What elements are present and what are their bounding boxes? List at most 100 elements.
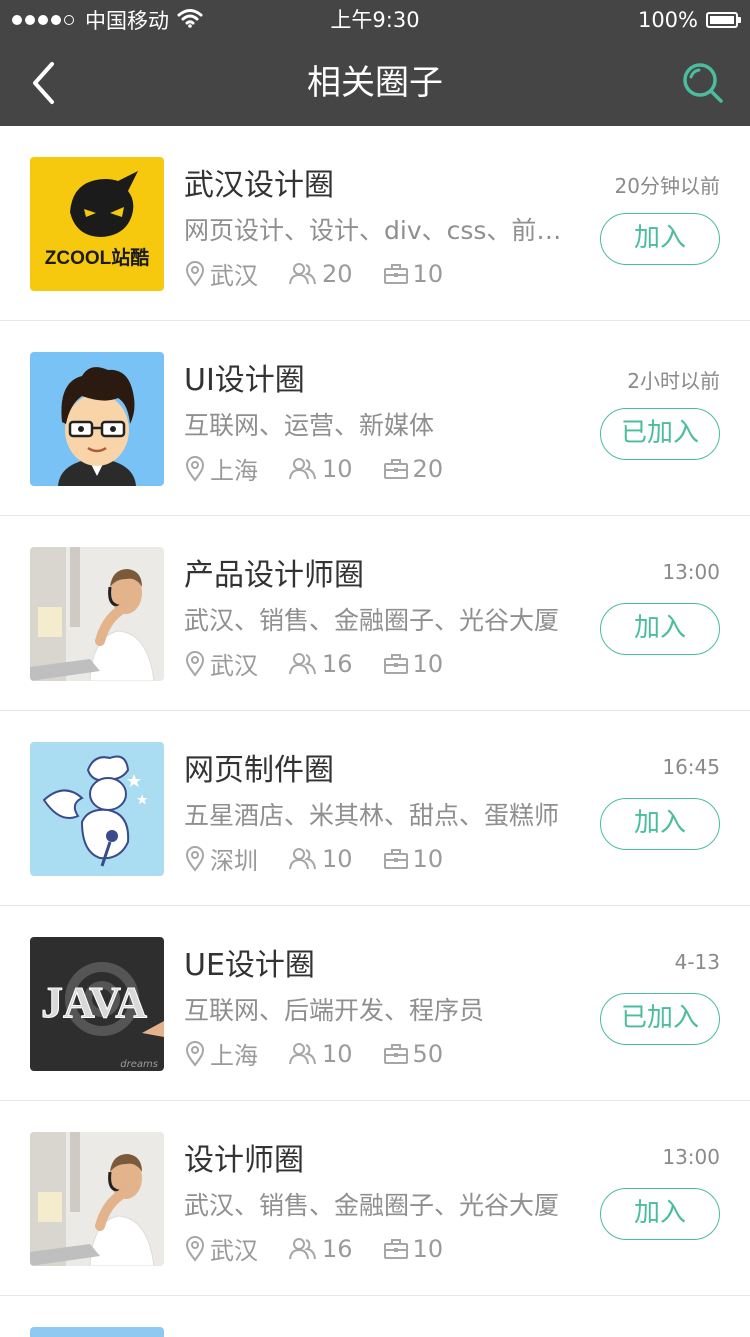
location-group: 武汉 xyxy=(184,646,258,681)
members-icon xyxy=(289,847,316,869)
svg-text:JAVA: JAVA xyxy=(41,978,147,1027)
circle-title: UI设计圈 xyxy=(184,363,305,398)
list-item[interactable]: JAVA dreams UE设计圈 4-13 互联网、后端开发、程序员 上海 1… xyxy=(0,906,750,1101)
location-pin-icon xyxy=(185,1040,205,1067)
status-right: 100% xyxy=(637,0,741,40)
members-count: 16 xyxy=(322,649,353,678)
members-icon xyxy=(289,262,316,284)
location-pin-icon xyxy=(185,1235,205,1262)
svg-text:ZCOOL站酷: ZCOOL站酷 xyxy=(45,246,150,269)
briefcase-icon xyxy=(383,458,408,479)
members-count: 10 xyxy=(322,454,353,483)
joined-button[interactable]: 已加入 xyxy=(600,993,720,1045)
members-count: 16 xyxy=(322,1234,353,1263)
posts-count: 50 xyxy=(412,1039,444,1068)
circle-tags: 互联网、运营、新媒体 xyxy=(184,411,435,440)
posts-count: 10 xyxy=(412,1234,444,1263)
posts-count: 10 xyxy=(412,649,444,678)
posts-group: 10 xyxy=(383,1234,444,1263)
posts-group: 50 xyxy=(383,1039,444,1068)
members-count: 10 xyxy=(322,844,353,873)
back-button[interactable] xyxy=(22,58,66,108)
battery-percent: 100% xyxy=(637,8,698,32)
circle-title: 设计师圈 xyxy=(184,1143,304,1178)
circle-meta: 武汉 20 10 xyxy=(184,256,473,291)
members-count: 10 xyxy=(322,1039,353,1068)
join-button[interactable]: 加入 xyxy=(600,798,720,850)
circle-tags: 武汉、销售、金融圈子、光谷大厦 xyxy=(184,606,560,635)
circle-time: 13:00 xyxy=(662,560,720,584)
circle-title: UE设计圈 xyxy=(184,948,315,983)
location-text: 武汉 xyxy=(210,652,258,680)
posts-count: 10 xyxy=(412,259,444,288)
circle-title: 武汉设计圈 xyxy=(184,168,334,203)
nav-bar: 相关圈子 xyxy=(0,40,750,126)
location-text: 武汉 xyxy=(210,262,258,290)
join-button[interactable]: 加入 xyxy=(600,213,720,265)
members-group: 10 xyxy=(288,845,353,873)
location-text: 上海 xyxy=(210,1042,258,1070)
location-pin-icon xyxy=(185,845,205,872)
page-title: 相关圈子 xyxy=(307,63,443,103)
members-icon xyxy=(289,1042,316,1064)
location-text: 武汉 xyxy=(210,1237,258,1265)
location-group: 深圳 xyxy=(184,841,258,876)
briefcase-icon xyxy=(383,653,408,674)
joined-button[interactable]: 已加入 xyxy=(600,408,720,460)
circle-title: 网页制件圈 xyxy=(184,753,334,788)
briefcase-icon xyxy=(383,263,408,284)
location-pin-icon xyxy=(185,260,205,287)
location-text: 深圳 xyxy=(210,847,258,875)
list-item[interactable]: UI设计圈 2小时以前 互联网、运营、新媒体 上海 10 20 已加入 xyxy=(0,321,750,516)
headset-man-photo-avatar xyxy=(30,1132,164,1266)
next-item-avatar-partial xyxy=(30,1327,164,1337)
posts-group: 20 xyxy=(383,455,443,483)
search-button[interactable] xyxy=(678,58,728,108)
circle-time: 4-13 xyxy=(674,950,720,974)
location-pin-icon xyxy=(185,455,205,482)
zcool-logo-avatar: ZCOOL站酷 xyxy=(30,157,164,291)
circle-tags: 五星酒店、米其林、甜点、蛋糕师 xyxy=(184,801,560,830)
battery-level-fill xyxy=(710,16,734,24)
circle-tags: 互联网、后端开发、程序员 xyxy=(184,996,485,1025)
list-item[interactable]: 产品设计师圈 13:00 武汉、销售、金融圈子、光谷大厦 武汉 16 10 加入 xyxy=(0,516,750,711)
members-group: 20 xyxy=(288,260,353,288)
cartoon-man-avatar xyxy=(30,352,164,486)
location-group: 武汉 xyxy=(184,256,258,291)
members-group: 10 xyxy=(288,1040,353,1068)
posts-count: 10 xyxy=(412,844,444,873)
location-group: 上海 xyxy=(184,1036,258,1071)
location-text: 上海 xyxy=(210,457,258,485)
members-icon xyxy=(289,1237,316,1259)
location-group: 武汉 xyxy=(184,1231,258,1266)
list-item[interactable]: 设计师圈 13:00 武汉、销售、金融圈子、光谷大厦 武汉 16 10 加入 xyxy=(0,1101,750,1296)
java-chalkboard-avatar: JAVA dreams xyxy=(30,937,164,1071)
join-button[interactable]: 加入 xyxy=(600,603,720,655)
circle-title: 产品设计师圈 xyxy=(184,558,364,593)
posts-group: 10 xyxy=(383,259,444,288)
headset-man-photo-avatar xyxy=(30,547,164,681)
svg-text:dreams: dreams xyxy=(120,1059,158,1070)
members-icon xyxy=(289,652,316,674)
members-group: 10 xyxy=(288,455,353,483)
briefcase-icon xyxy=(383,848,408,869)
posts-group: 10 xyxy=(383,649,444,678)
location-group: 上海 xyxy=(184,451,258,486)
circle-time: 2小时以前 xyxy=(627,369,720,393)
circle-meta: 武汉 16 10 xyxy=(184,646,473,681)
circle-meta: 上海 10 50 xyxy=(184,1036,473,1071)
battery-icon xyxy=(706,12,741,28)
list-item[interactable]: ZCOOL站酷 武汉设计圈 20分钟以前 网页设计、设计、div、css、前端开… xyxy=(0,126,750,321)
join-button[interactable]: 加入 xyxy=(600,1188,720,1240)
circle-tags: 武汉、销售、金融圈子、光谷大厦 xyxy=(184,1191,560,1220)
members-icon xyxy=(289,457,316,479)
circle-list: ZCOOL站酷 武汉设计圈 20分钟以前 网页设计、设计、div、css、前端开… xyxy=(0,126,750,1296)
briefcase-icon xyxy=(383,1043,408,1064)
circle-meta: 深圳 10 10 xyxy=(184,841,473,876)
search-icon xyxy=(683,63,723,103)
circle-time: 16:45 xyxy=(662,755,720,779)
list-item[interactable]: 网页制件圈 16:45 五星酒店、米其林、甜点、蛋糕师 深圳 10 10 加入 xyxy=(0,711,750,906)
status-bar: 中国移动 上午9:30 100% xyxy=(0,0,750,40)
location-pin-icon xyxy=(185,650,205,677)
members-group: 16 xyxy=(288,650,353,678)
